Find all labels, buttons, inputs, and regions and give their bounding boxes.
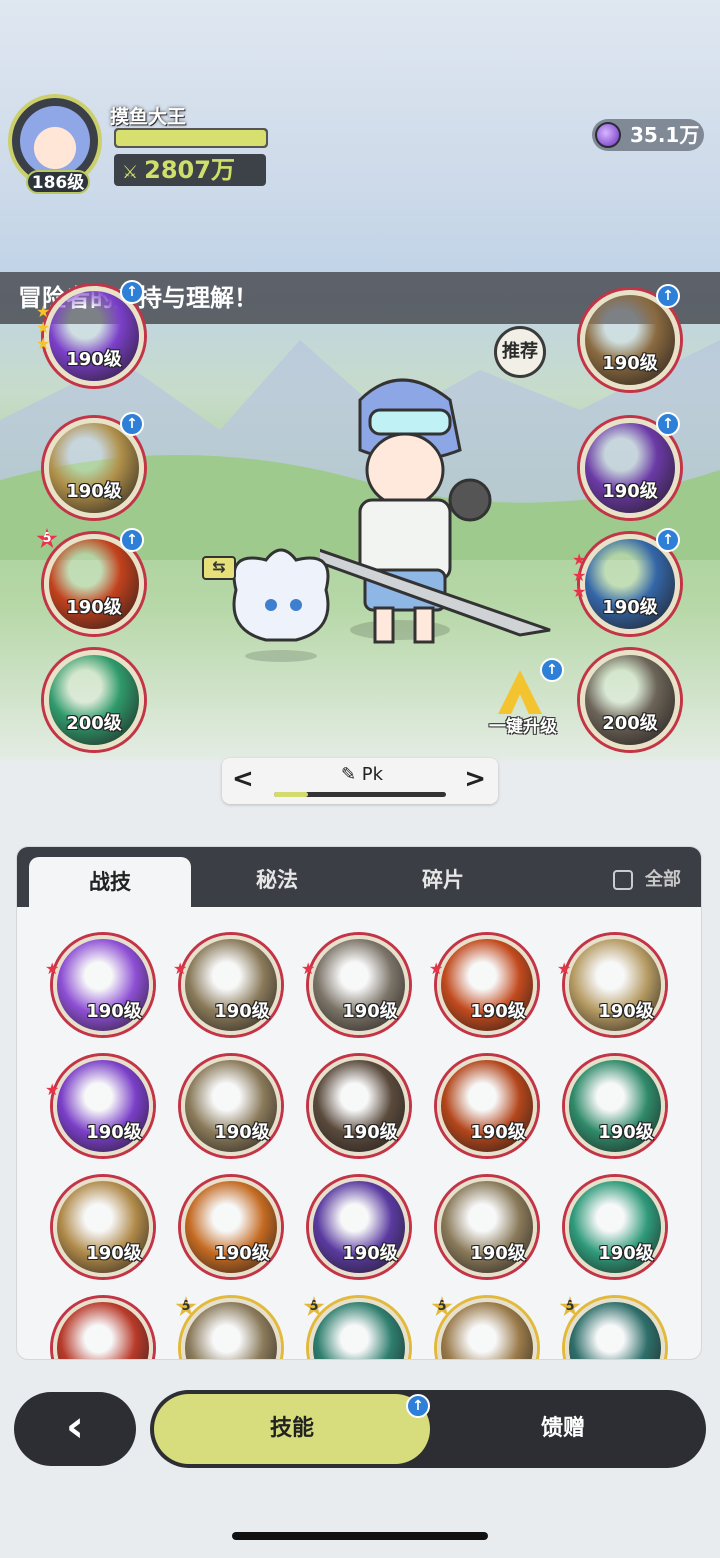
skill-grid-item[interactable] — [309, 1298, 409, 1359]
recommend-button[interactable]: 推荐 — [494, 326, 546, 378]
show-all-checkbox[interactable] — [613, 870, 633, 890]
skill-level: 190级 — [214, 1001, 270, 1022]
swap-arrows-icon[interactable]: ⇆ — [202, 556, 236, 580]
star-icon: ★ — [36, 334, 51, 353]
star-icon: ★ — [45, 959, 60, 978]
skill-level: 190级 — [602, 353, 658, 374]
skill-grid-item[interactable]: 190级 — [565, 935, 665, 1035]
tab-skills[interactable]: 技能 — [154, 1394, 430, 1464]
skill-grid-item[interactable]: 190级 — [565, 1056, 665, 1156]
skill-level: 190级 — [342, 1243, 398, 1264]
skill-grid-item[interactable] — [53, 1298, 153, 1359]
preset-name-label: Pk — [361, 764, 384, 785]
star-icon: ★ — [429, 959, 444, 978]
star-icon: ★ — [557, 959, 572, 978]
skill-level: 190级 — [86, 1001, 142, 1022]
skill-level: 190级 — [598, 1001, 654, 1022]
upgrade-arrow-icon: ↑ — [120, 280, 144, 304]
skill-panel: 战技 秘法 碎片 全部 190级 ★ 190级 ★ 190级 ★ 190级 ★ 190级 ★ 190… — [16, 846, 702, 1360]
purple-gem-icon — [595, 122, 621, 148]
tab-secret-arts[interactable]: 秘法 — [197, 847, 357, 907]
upgrade-arrow-icon: ↑ — [120, 412, 144, 436]
star-icon: ★ — [301, 959, 316, 978]
skill-level: 190级 — [470, 1243, 526, 1264]
preset-progress-bar — [274, 792, 446, 797]
skills-upgrade-arrow-icon: ↑ — [406, 1394, 430, 1418]
star-icon: ★ — [173, 959, 188, 978]
skill-level: 190级 — [602, 597, 658, 618]
skill-level: 190级 — [66, 349, 122, 370]
show-all-label: 全部 — [645, 869, 681, 890]
right-skill-slot[interactable]: 200级 — [580, 650, 680, 750]
pet-companion — [232, 548, 330, 662]
tab-gifts[interactable]: 馈赠 — [450, 1394, 676, 1464]
skill-grid-item[interactable]: 190级 — [181, 1056, 281, 1156]
skill-grid-item[interactable]: 190级 — [565, 1177, 665, 1277]
skill-grid-item[interactable]: 190级 — [53, 935, 153, 1035]
upgrade-arrow-icon: ↑ — [656, 412, 680, 436]
pencil-icon: ✎ — [340, 764, 362, 785]
skill-grid-item[interactable]: 190级 — [53, 1056, 153, 1156]
crossed-swords-icon: ⚔ — [122, 162, 139, 183]
skill-level: 190级 — [66, 597, 122, 618]
skill-grid-item[interactable]: 190级 — [309, 935, 409, 1035]
skill-grid-item[interactable] — [437, 1298, 537, 1359]
back-button[interactable]: ‹ — [14, 1392, 136, 1466]
skill-tabs: 战技 秘法 碎片 全部 — [17, 847, 701, 907]
skill-level: 190级 — [598, 1122, 654, 1143]
tab-combat-skills[interactable]: 战技 — [29, 857, 191, 907]
upgrade-arrow-icon: ↑ — [540, 658, 564, 682]
skill-level: 190级 — [342, 1001, 398, 1022]
skill-grid-item[interactable]: 190级 — [437, 1056, 537, 1156]
skill-level: 190级 — [470, 1122, 526, 1143]
player-level-badge: 186级 — [26, 170, 90, 194]
bottom-tab-bar: 技能 ↑ 馈赠 — [150, 1390, 706, 1468]
star-icon: ★ — [572, 582, 587, 601]
skill-level: 200级 — [602, 713, 658, 734]
preset-selector: < ✎ Pk > — [222, 758, 498, 804]
preset-next-chevron-icon[interactable]: > — [464, 764, 486, 794]
skill-grid-item[interactable]: 190级 — [181, 1177, 281, 1277]
skill-grid-item[interactable] — [181, 1298, 281, 1359]
skill-level: 190级 — [470, 1001, 526, 1022]
skill-level: 190级 — [86, 1243, 142, 1264]
show-all-toggle[interactable]: 全部 — [613, 865, 681, 891]
skill-grid-item[interactable]: 190级 — [181, 935, 281, 1035]
player-hp-bar — [114, 128, 268, 148]
gem-amount: 35.1万 — [630, 123, 700, 147]
skill-grid-item[interactable]: 190级 — [437, 935, 537, 1035]
hero-character — [320, 378, 551, 644]
skill-level: 190级 — [86, 1122, 142, 1143]
chevron-left-icon: ‹ — [65, 1401, 85, 1452]
skill-level: 190级 — [214, 1243, 270, 1264]
combat-power-value: 2807万 — [144, 156, 235, 184]
skill-level: 190级 — [598, 1243, 654, 1264]
upgrade-arrow-icon: ↑ — [656, 528, 680, 552]
star-icon: ★ — [45, 1080, 60, 1099]
skill-grid-item[interactable]: 190级 — [53, 1177, 153, 1277]
gem-currency[interactable]: 35.1万 — [592, 119, 704, 151]
preset-name[interactable]: ✎ Pk — [322, 764, 402, 785]
skill-grid-item[interactable] — [565, 1298, 665, 1359]
skill-level: 190级 — [602, 481, 658, 502]
skill-level: 190级 — [214, 1122, 270, 1143]
combat-power: ⚔ 2807万 — [114, 154, 266, 186]
skill-grid-item[interactable]: 190级 — [309, 1177, 409, 1277]
lightning-icon — [498, 670, 542, 714]
skill-grid-item[interactable]: 190级 — [437, 1177, 537, 1277]
avatar-portrait — [20, 106, 90, 176]
skill-level: 190级 — [342, 1122, 398, 1143]
upgrade-all-button[interactable]: ↑ 一键升级 — [476, 658, 570, 738]
upgrade-arrow-icon: ↑ — [120, 528, 144, 552]
preset-prev-chevron-icon[interactable]: < — [232, 764, 254, 794]
left-skill-slot[interactable]: 200级 — [44, 650, 144, 750]
player-name: 摸鱼大王 — [110, 106, 187, 128]
skill-level: 200级 — [66, 713, 122, 734]
upgrade-arrow-icon: ↑ — [656, 284, 680, 308]
upgrade-all-label: 一键升级 — [489, 717, 557, 737]
tab-fragments[interactable]: 碎片 — [363, 847, 523, 907]
home-indicator — [232, 1532, 488, 1540]
skill-level: 190级 — [66, 481, 122, 502]
skill-grid-item[interactable]: 190级 — [309, 1056, 409, 1156]
